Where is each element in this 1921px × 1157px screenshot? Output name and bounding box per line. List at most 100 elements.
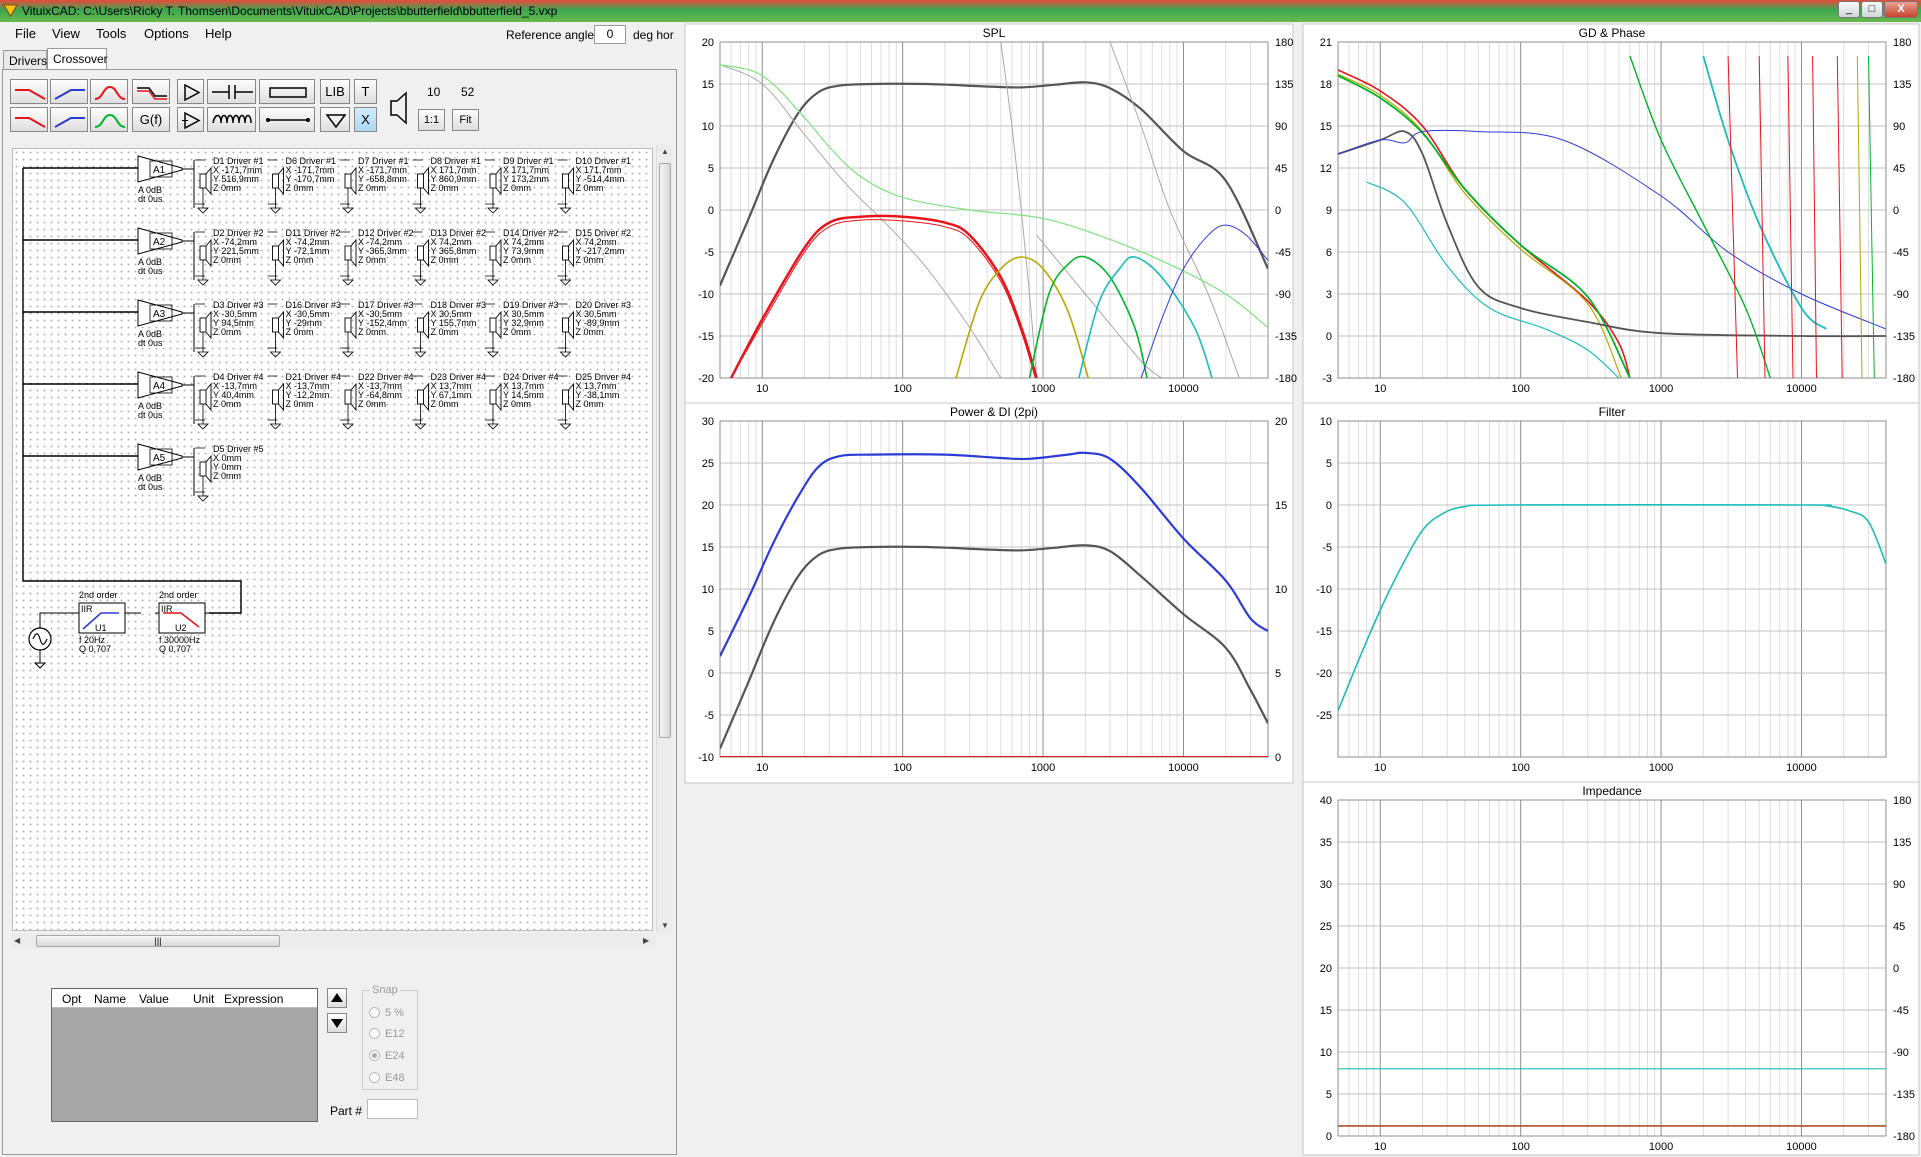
y-tick-label: 10 [1320,416,1332,428]
y-tick-label: 10 [1320,1047,1332,1059]
y2-tick-label: 0 [1893,205,1899,217]
y-tick-label: 6 [1326,247,1332,259]
y-tick-label: 10 [702,584,714,596]
y-tick-label: 15 [1320,1005,1332,1017]
y-tick-label: 20 [702,37,714,49]
chart-spl: SPL 10 100 1000 10000 20 15 10 5 0 -5 -10 -15 -20 180 1… [684,23,1297,405]
y2-tick-label: 0 [1275,205,1281,217]
x-tick-label: 1000 [1031,762,1055,774]
y-tick-label: -5 [1322,542,1332,554]
y-tick-label: 0 [1326,1131,1332,1143]
y2-tick-label: -45 [1893,1005,1909,1017]
y-tick-label: -20 [698,373,714,385]
y-tick-label: 10 [702,121,714,133]
y-tick-label: -10 [1316,584,1332,596]
y2-tick-label: -90 [1275,289,1291,301]
y2-tick-label: 90 [1275,121,1287,133]
y-tick-label: 40 [1320,795,1332,807]
x-tick-label: 10000 [1168,383,1199,395]
y-tick-label: 5 [1326,1089,1332,1101]
y-tick-label: 0 [708,668,714,680]
x-tick-label: 10 [1374,1141,1386,1153]
x-tick-label: 100 [1511,1141,1529,1153]
x-tick-label: 100 [893,383,911,395]
y-tick-label: 0 [1326,331,1332,343]
y2-tick-label: 180 [1893,37,1911,49]
x-tick-label: 10000 [1786,383,1817,395]
x-tick-label: 10 [756,383,768,395]
x-tick-label: 100 [1511,383,1529,395]
y-tick-label: -3 [1322,373,1332,385]
x-tick-label: 1000 [1031,383,1055,395]
y2-tick-label: -45 [1275,247,1291,259]
y2-tick-label: 0 [1275,752,1281,764]
y-tick-label: 20 [702,500,714,512]
x-tick-label: 1000 [1649,383,1673,395]
y2-tick-label: 20 [1275,416,1287,428]
y2-tick-label: 10 [1275,584,1287,596]
y-tick-label: -10 [698,752,714,764]
chart-panel [684,402,1294,784]
y2-tick-label: 90 [1893,121,1905,133]
chart-title: Filter [1599,405,1626,419]
chart-title: Impedance [1582,784,1642,798]
x-tick-label: 10 [756,762,768,774]
y-tick-label: 15 [1320,121,1332,133]
y-tick-label: 5 [708,626,714,638]
y2-tick-label: -180 [1893,1131,1915,1143]
y2-tick-label: 180 [1893,795,1911,807]
chart-title: SPL [983,26,1006,40]
y-tick-label: -5 [704,247,714,259]
y2-tick-label: -90 [1893,1047,1909,1059]
y-tick-label: 5 [1326,458,1332,470]
y2-tick-label: 15 [1275,500,1287,512]
chart-panel [1302,23,1920,405]
y2-tick-label: 180 [1275,37,1293,49]
y-tick-label: -5 [704,710,714,722]
chart-filter: Filter 10 100 1000 10000 10 5 0 -5 -10 -15 -20 -25 [1302,402,1920,784]
y-tick-label: 15 [702,542,714,554]
y2-tick-label: 90 [1893,879,1905,891]
charts-layer: SPL10 100 1000 1000020151050-5-10-15-201801… [684,23,1920,1156]
y2-tick-label: -90 [1893,289,1909,301]
x-tick-label: 1000 [1649,762,1673,774]
chart-impedance: Impedance 10 100 1000 10000 40 35 30 25 20 15 10 5 0 1… [1302,781,1920,1156]
y-tick-label: 3 [1326,289,1332,301]
chart-title: GD & Phase [1579,26,1646,40]
y-tick-label: 12 [1320,163,1332,175]
x-tick-label: 100 [893,762,911,774]
x-tick-label: 10000 [1786,1141,1817,1153]
y2-tick-label: 135 [1893,837,1911,849]
x-tick-label: 10000 [1786,762,1817,774]
y-tick-label: 30 [702,416,714,428]
chart-gd-phase: GD & Phase 10 100 1000 10000 21 18 15 12 9 6 3 0 -3 18… [1302,23,1920,405]
y-tick-label: 25 [702,458,714,470]
y2-tick-label: 45 [1893,163,1905,175]
x-tick-label: 100 [1511,762,1529,774]
y-tick-label: 30 [1320,879,1332,891]
y2-tick-label: -135 [1893,1089,1915,1101]
y-tick-label: 20 [1320,963,1332,975]
y-tick-label: 0 [708,205,714,217]
x-tick-label: 10000 [1168,762,1199,774]
y-tick-label: 21 [1320,37,1332,49]
y2-tick-label: -135 [1275,331,1297,343]
x-tick-label: 1000 [1649,1141,1673,1153]
y-tick-label: 25 [1320,921,1332,933]
y2-tick-label: -180 [1275,373,1297,385]
y2-tick-label: 135 [1893,79,1911,91]
y2-tick-label: -180 [1893,373,1915,385]
y-tick-label: -20 [1316,668,1332,680]
x-tick-label: 10 [1374,762,1386,774]
chart-title: Power & DI (2pi) [950,405,1038,419]
y-tick-label: 15 [702,79,714,91]
y2-tick-label: 0 [1893,963,1899,975]
y2-tick-label: 45 [1275,163,1287,175]
chart-panel [1302,402,1920,784]
y2-tick-label: -45 [1893,247,1909,259]
y-tick-label: 35 [1320,837,1332,849]
y2-tick-label: 45 [1893,921,1905,933]
y-tick-label: -25 [1316,710,1332,722]
chart-power-di-2pi-: Power & DI (2pi)10 100 1000 100003025201510… [684,402,1294,784]
y-tick-label: -10 [698,289,714,301]
